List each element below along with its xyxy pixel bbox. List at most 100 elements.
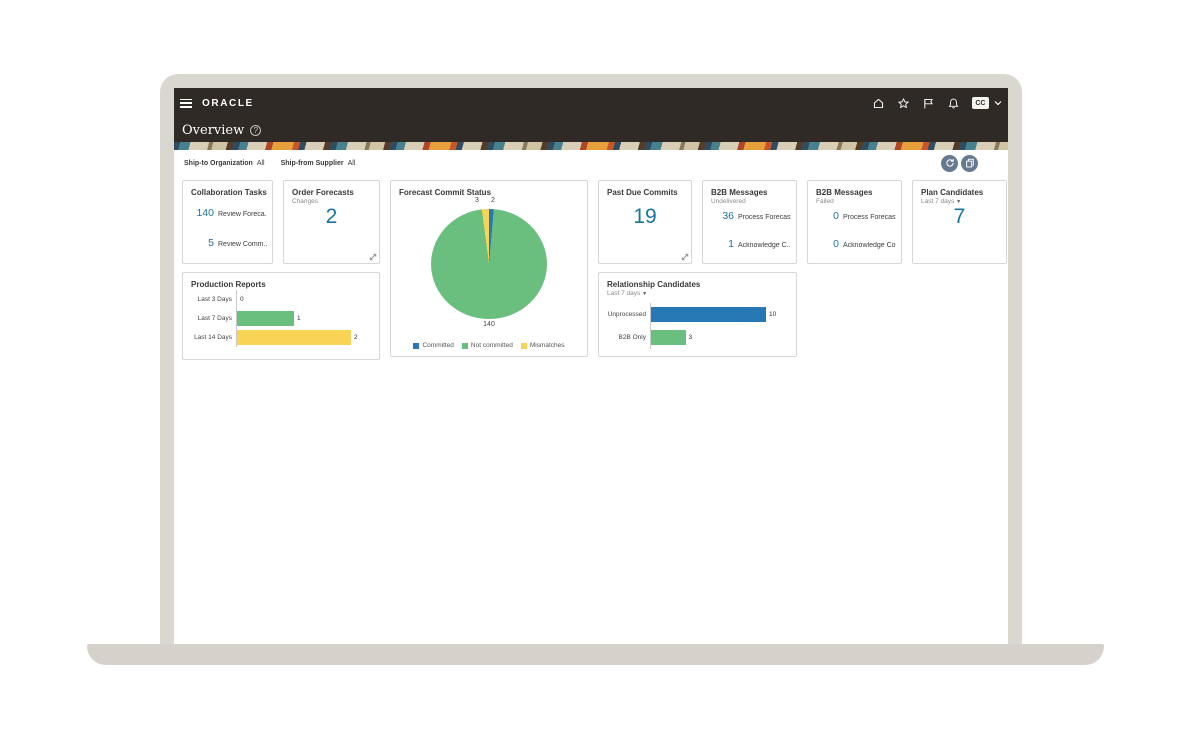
- past-due-commits-count[interactable]: 19: [599, 205, 691, 229]
- chevron-down-icon: ▼: [642, 291, 648, 297]
- pie-label-committed: 2: [491, 197, 495, 204]
- plan-candidates-count[interactable]: 7: [913, 205, 1006, 229]
- ship-to-organization-label: Ship-to Organization: [184, 159, 253, 167]
- card-title[interactable]: Past Due Commits: [599, 181, 691, 197]
- page-title: Overview: [182, 122, 245, 138]
- order-forecasts-count[interactable]: 2: [284, 205, 379, 229]
- help-icon[interactable]: ?: [250, 124, 262, 136]
- list-item[interactable]: 5 Review Comm...: [189, 237, 267, 249]
- bar-value-label: 2: [354, 334, 358, 341]
- list-item[interactable]: 1 Acknowledge C...: [709, 238, 791, 250]
- card-order-forecasts: Order Forecasts Changes 2: [283, 180, 380, 264]
- bar-category-label: B2B Only: [618, 334, 646, 341]
- message-label: Process Forecasts: [843, 214, 896, 221]
- ship-from-supplier-value[interactable]: All: [348, 160, 356, 167]
- task-label: Review Foreca...: [218, 211, 267, 218]
- legend-swatch-not-committed: [461, 342, 468, 349]
- card-past-due-commits: Past Due Commits 19: [598, 180, 692, 264]
- bar-row: B2B Only 3: [607, 326, 788, 349]
- message-label: Process Forecasts: [738, 214, 791, 221]
- message-count: 0: [833, 210, 839, 222]
- resize-handle-icon[interactable]: [369, 253, 377, 261]
- pie-label-not-committed: 140: [483, 321, 495, 328]
- refresh-icon: [945, 159, 954, 167]
- list-item[interactable]: 140 Review Foreca...: [189, 207, 267, 219]
- card-subtitle: Undelivered: [711, 198, 746, 205]
- card-title[interactable]: Forecast Commit Status: [391, 181, 587, 197]
- card-period-dropdown[interactable]: Last 7 days ▼: [913, 197, 1006, 205]
- card-title[interactable]: Plan Candidates: [913, 181, 1006, 197]
- message-label: Acknowledge Co...: [843, 242, 896, 249]
- pie-chart[interactable]: [431, 209, 547, 319]
- legend-item[interactable]: Not committed: [461, 342, 513, 349]
- bar-category-label: Unprocessed: [607, 311, 646, 318]
- ship-from-supplier-label: Ship-from Supplier: [280, 159, 344, 167]
- favorites-star-icon[interactable]: [897, 97, 910, 110]
- laptop-base: [87, 644, 1104, 665]
- refresh-button[interactable]: [941, 154, 958, 172]
- app-window: ORACLE CC Overview ? Ship-to Organizatio…: [174, 88, 1008, 644]
- bar[interactable]: [651, 307, 766, 322]
- bar-track: 10: [650, 303, 788, 326]
- ship-to-organization-value[interactable]: All: [257, 160, 265, 167]
- oracle-logo: ORACLE: [202, 97, 254, 109]
- relationship-candidates-bar-chart: Unprocessed 10 B2B Only 3: [607, 303, 788, 349]
- legend-label: Mismatches: [529, 342, 565, 349]
- task-label: Review Comm...: [218, 241, 267, 248]
- bar-category-label: Last 14 Days: [194, 334, 232, 341]
- legend-swatch-mismatches: [520, 342, 527, 349]
- list-item[interactable]: 0 Process Forecasts: [814, 210, 896, 222]
- legend-swatch-committed: [413, 342, 420, 349]
- home-icon[interactable]: [872, 97, 885, 110]
- laptop-mockup: ORACLE CC Overview ? Ship-to Organizatio…: [160, 74, 1022, 644]
- bar[interactable]: [237, 330, 351, 345]
- task-count: 5: [208, 237, 214, 249]
- notifications-bell-icon[interactable]: [947, 97, 960, 110]
- decorative-banner: [174, 142, 1008, 150]
- bar-value-label: 3: [688, 334, 693, 341]
- legend-label: Committed: [422, 342, 454, 349]
- dashboard: Collaboration Tasks 140 Review Foreca...…: [174, 176, 1008, 644]
- chevron-down-icon[interactable]: [994, 100, 1002, 106]
- card-title[interactable]: Relationship Candidates: [599, 273, 796, 289]
- bar-value-label: 10: [769, 311, 777, 318]
- bar-track: 3: [650, 326, 788, 349]
- message-count: 1: [728, 238, 734, 250]
- list-item[interactable]: 36 Process Forecasts: [709, 210, 791, 222]
- card-title[interactable]: Collaboration Tasks: [183, 181, 272, 197]
- manage-infolets-button[interactable]: [961, 154, 978, 172]
- card-title[interactable]: B2B Messages: [703, 181, 796, 197]
- card-production-reports: Production Reports Last 3 Days 0 Last 7 Da…: [182, 272, 380, 360]
- card-title[interactable]: Production Reports: [183, 273, 379, 289]
- task-count: 140: [196, 207, 214, 219]
- flag-icon[interactable]: [922, 97, 935, 110]
- bar[interactable]: [237, 311, 294, 326]
- resize-handle-icon[interactable]: [681, 253, 689, 261]
- bar-value-label: 1: [297, 315, 301, 322]
- bar-track: 0: [236, 290, 371, 309]
- card-plan-candidates: Plan Candidates Last 7 days ▼ 7: [912, 180, 1007, 264]
- card-title[interactable]: Order Forecasts: [284, 181, 379, 197]
- hamburger-menu-icon[interactable]: [180, 98, 192, 108]
- bar-track: 2: [236, 328, 371, 347]
- message-count: 36: [722, 210, 734, 222]
- global-header: ORACLE CC Overview ?: [174, 88, 1008, 142]
- bar-row: Last 7 Days 1: [191, 309, 371, 328]
- card-b2b-messages-failed: B2B Messages Failed 0 Process Forecasts …: [807, 180, 902, 264]
- legend-label: Not committed: [470, 342, 513, 349]
- message-label: Acknowledge C...: [738, 242, 791, 249]
- card-period-dropdown[interactable]: Last 7 days ▼: [599, 289, 796, 297]
- legend-item[interactable]: Committed: [413, 342, 454, 349]
- card-b2b-messages-undelivered: B2B Messages Undelivered 36 Process Fore…: [702, 180, 797, 264]
- bar-value-label: 0: [240, 296, 244, 303]
- card-subtitle: Changes: [292, 198, 319, 205]
- bar-row: Unprocessed 10: [607, 303, 788, 326]
- card-title[interactable]: B2B Messages: [808, 181, 901, 197]
- filter-bar: Ship-to Organization All Ship-from Suppl…: [174, 150, 1008, 176]
- pie-label-mismatches: 3: [475, 197, 479, 204]
- bar[interactable]: [651, 330, 686, 345]
- chart-legend: Committed Not committed Mismatches: [391, 342, 587, 349]
- user-avatar[interactable]: CC: [971, 97, 989, 109]
- list-item[interactable]: 0 Acknowledge Co...: [814, 238, 896, 250]
- legend-item[interactable]: Mismatches: [520, 342, 565, 349]
